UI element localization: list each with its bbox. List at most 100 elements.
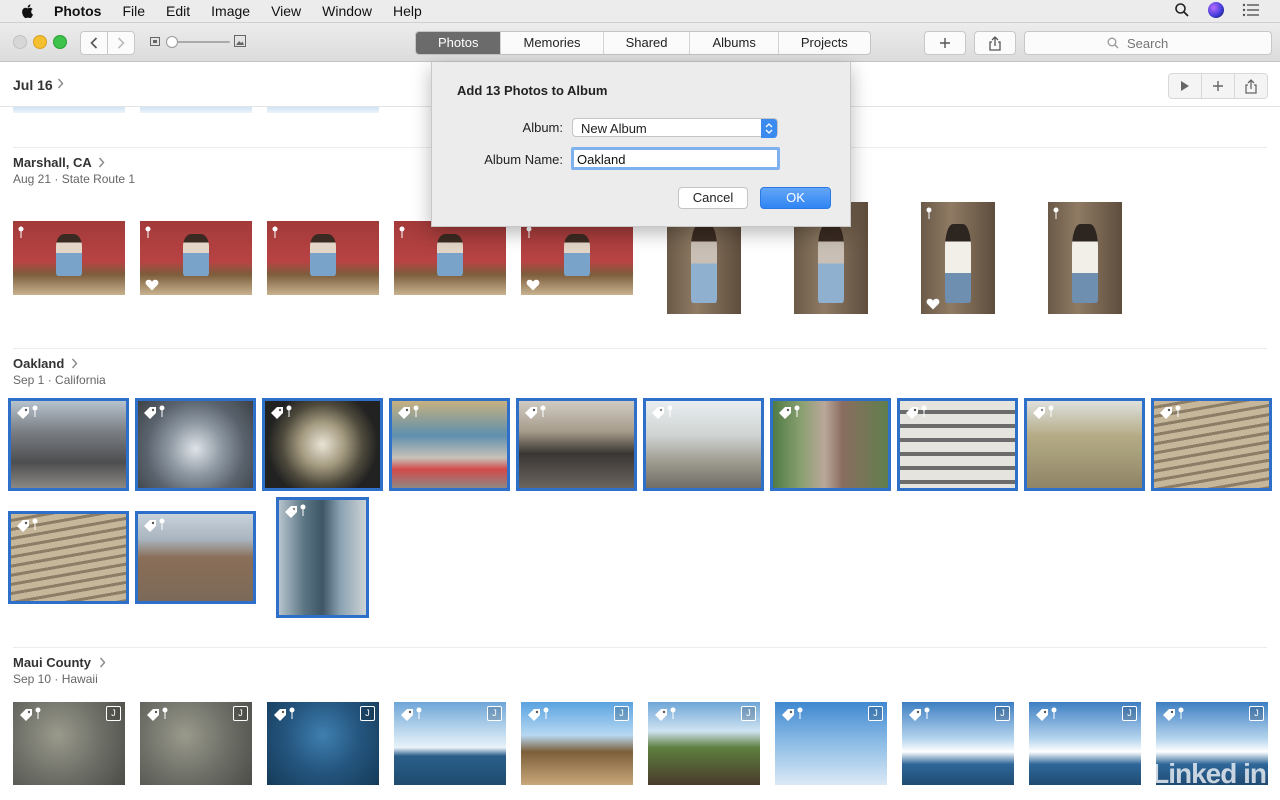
share-icon	[989, 35, 1001, 51]
menu-app-name[interactable]: Photos	[54, 3, 101, 19]
location-pin-icon	[540, 405, 546, 417]
photo-thumbnail[interactable]: J	[394, 702, 506, 785]
chevron-right-icon[interactable]	[57, 78, 64, 89]
selected-photo-thumbnail[interactable]	[643, 398, 764, 491]
favorite-heart-icon[interactable]	[526, 279, 540, 291]
chevron-right-icon[interactable]	[99, 657, 106, 668]
moment-date: Sep 10	[13, 672, 52, 686]
notification-center-icon[interactable]	[1242, 3, 1260, 17]
close-window-button[interactable]	[13, 35, 27, 49]
zoom-slider-knob[interactable]	[166, 36, 178, 48]
photo-thumbnail[interactable]	[267, 221, 379, 295]
chevron-right-icon[interactable]	[98, 157, 105, 168]
selected-photo-thumbnail[interactable]	[389, 398, 510, 491]
photo-thumbnail[interactable]	[394, 221, 506, 295]
selected-photo-thumbnail[interactable]	[135, 398, 256, 491]
share-button[interactable]	[974, 31, 1016, 55]
photo-thumbnail[interactable]: J	[1029, 702, 1141, 785]
slideshow-button[interactable]	[1168, 73, 1202, 99]
selected-photo-thumbnail[interactable]	[8, 511, 129, 604]
selected-photo-thumbnail[interactable]	[8, 398, 129, 491]
moment-date: Aug 21	[13, 172, 52, 186]
ok-button[interactable]: OK	[760, 187, 831, 209]
photo-thumbnail[interactable]: J	[13, 702, 125, 785]
photo-thumbnail[interactable]	[921, 202, 995, 314]
tab-projects[interactable]: Projects	[779, 32, 870, 54]
collection-title[interactable]: Jul 16	[13, 77, 53, 93]
photo-thumbnail[interactable]: J	[140, 702, 252, 785]
favorite-heart-icon[interactable]	[926, 298, 940, 310]
keyword-tag-icon	[1163, 709, 1175, 721]
album-name-input[interactable]	[574, 150, 770, 169]
photo-thumbnail[interactable]	[267, 107, 379, 113]
menu-image[interactable]: Image	[211, 3, 250, 19]
share-collection-button[interactable]	[1234, 73, 1268, 99]
keyword-tag-icon	[1033, 407, 1045, 419]
location-pin-icon	[797, 707, 803, 719]
cancel-button[interactable]: Cancel	[678, 187, 748, 209]
photo-thumbnail[interactable]	[13, 221, 125, 295]
menu-help[interactable]: Help	[393, 3, 422, 19]
search-input[interactable]	[1125, 34, 1189, 52]
menu-window[interactable]: Window	[322, 3, 372, 19]
album-popup[interactable]: New Album	[572, 118, 778, 138]
photo-thumbnail[interactable]: J	[648, 702, 760, 785]
tab-photos[interactable]: Photos	[416, 32, 502, 54]
spotlight-icon[interactable]	[1174, 2, 1190, 18]
keyword-tag-icon	[144, 520, 156, 532]
photo-thumbnail[interactable]: J	[521, 702, 633, 785]
photo-thumbnail[interactable]	[140, 107, 252, 113]
location-pin-icon	[413, 405, 419, 417]
location-pin-icon	[526, 226, 532, 238]
fullscreen-window-button[interactable]	[53, 35, 67, 49]
moment-title-maui[interactable]: Maui County	[13, 655, 91, 670]
album-name-field[interactable]	[571, 147, 780, 170]
chevron-right-icon[interactable]	[71, 358, 78, 369]
selected-photo-thumbnail[interactable]	[897, 398, 1018, 491]
selected-photo-thumbnail[interactable]	[1151, 398, 1272, 491]
tab-albums[interactable]: Albums	[690, 32, 779, 54]
photo-thumbnail[interactable]: J	[902, 702, 1014, 785]
add-to-button[interactable]	[1201, 73, 1235, 99]
moment-title-marshall[interactable]: Marshall, CA	[13, 155, 92, 170]
plus-icon	[1213, 81, 1223, 91]
selected-photo-thumbnail[interactable]	[262, 398, 383, 491]
menu-view[interactable]: View	[271, 3, 301, 19]
popup-arrows[interactable]	[761, 119, 777, 138]
tab-shared[interactable]: Shared	[604, 32, 691, 54]
photo-thumbnail[interactable]	[140, 221, 252, 295]
location-pin-icon	[289, 707, 295, 719]
selected-photo-thumbnail[interactable]	[135, 511, 256, 604]
moment-title-oakland[interactable]: Oakland	[13, 356, 64, 371]
search-field[interactable]	[1024, 31, 1272, 55]
location-pin-icon	[159, 405, 165, 417]
back-button[interactable]	[80, 31, 108, 55]
keyword-tag-icon	[1036, 709, 1048, 721]
photo-thumbnail[interactable]	[521, 221, 633, 295]
keyword-tag-icon	[652, 407, 664, 419]
menu-edit[interactable]: Edit	[166, 3, 190, 19]
selected-photo-thumbnail[interactable]	[770, 398, 891, 491]
album-popup-value: New Album	[581, 121, 647, 136]
photo-thumbnail[interactable]	[13, 107, 125, 113]
forward-button[interactable]	[107, 31, 135, 55]
zoom-slider[interactable]	[150, 35, 250, 49]
selected-photo-thumbnail[interactable]	[1024, 398, 1145, 491]
add-button[interactable]	[924, 31, 966, 55]
apple-icon[interactable]	[20, 3, 36, 19]
section-divider	[13, 647, 1267, 648]
menu-file[interactable]: File	[122, 3, 145, 19]
favorite-heart-icon[interactable]	[145, 279, 159, 291]
siri-icon[interactable]	[1208, 2, 1224, 18]
selected-photo-thumbnail[interactable]	[276, 497, 369, 618]
location-pin-icon	[1048, 405, 1054, 417]
photo-thumbnail[interactable]: J	[775, 702, 887, 785]
photo-thumbnail[interactable]: J	[267, 702, 379, 785]
live-photo-badge: J	[487, 706, 502, 721]
keyword-tag-icon	[398, 407, 410, 419]
tab-memories[interactable]: Memories	[501, 32, 604, 54]
selected-photo-thumbnail[interactable]	[516, 398, 637, 491]
photo-thumbnail[interactable]	[1048, 202, 1122, 314]
minimize-window-button[interactable]	[33, 35, 47, 49]
search-icon	[1107, 37, 1119, 49]
